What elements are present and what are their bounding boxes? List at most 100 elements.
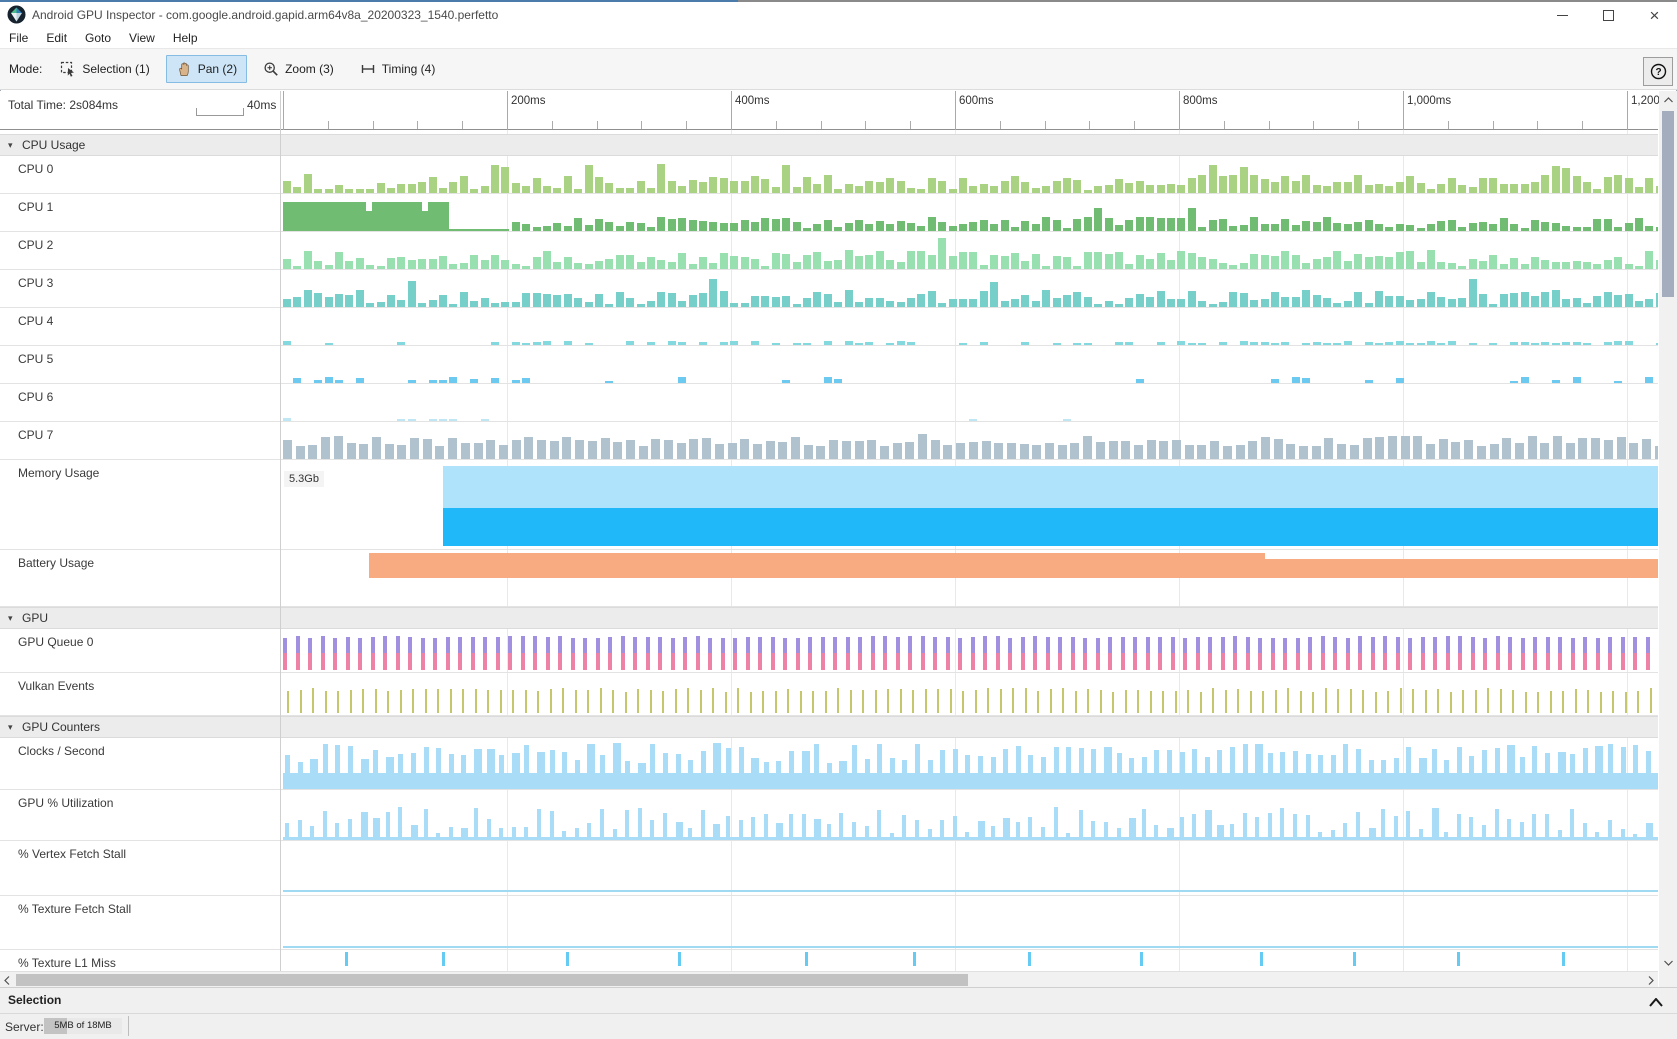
waveform-bar [647,301,655,307]
minimize-button[interactable] [1540,2,1585,28]
waveform-bar [321,636,325,653]
waveform-bar [1344,261,1352,269]
waveform-bar [1011,299,1019,307]
waveform-bar [1333,653,1337,670]
waveform-bar [1197,445,1206,459]
waveform-bar [782,218,790,231]
track-row--vertex-fetch-stall[interactable]: % Vertex Fetch Stall [0,841,1658,896]
waveform-bar [396,653,400,670]
waveform-bar [1219,176,1227,193]
waveform-bar [625,692,627,713]
chevron-down-icon[interactable]: ▾ [8,613,13,624]
section-header-gpu-counters[interactable]: ▾ GPU Counters [0,716,1658,738]
maximize-button[interactable] [1586,2,1631,28]
waveform-bar [1180,752,1185,789]
waveform-bar [858,637,862,653]
scroll-left-arrow[interactable] [0,973,14,987]
menu-item-view[interactable]: View [120,29,164,47]
waveform-bar [1396,653,1400,670]
menu-item-file[interactable]: File [0,29,37,47]
track-row--texture-fetch-stall[interactable]: % Texture Fetch Stall [0,896,1658,950]
waveform-bar [442,952,445,966]
waveform-bar [876,182,884,193]
track-row-cpu-2[interactable]: CPU 2 [0,232,1658,270]
waveform-bar [470,379,478,383]
chevron-down-icon[interactable]: ▾ [8,722,13,733]
menu-item-help[interactable]: Help [164,29,207,47]
horizontal-scrollbar-thumb[interactable] [16,974,968,986]
waveform-bar [1021,295,1029,307]
scroll-down-arrow[interactable] [1659,954,1677,971]
waveform-bar [897,181,905,193]
track-row-cpu-5[interactable]: CPU 5 [0,346,1658,384]
waveform-bar [1394,758,1399,789]
waveform-bar [1287,688,1289,713]
vertical-scrollbar[interactable] [1659,91,1677,971]
waveform-bar [300,690,302,713]
track-row-vulkan-events[interactable]: Vulkan Events [0,673,1658,716]
waveform-bar [1406,747,1411,789]
menu-item-edit[interactable]: Edit [37,29,76,47]
collapse-chevron-icon[interactable] [1649,994,1663,1012]
waveform-bar [877,744,882,789]
track-row-cpu-7[interactable]: CPU 7 [0,422,1658,460]
track-lane [281,738,1658,789]
waveform-bar [949,226,957,231]
close-button[interactable]: × [1632,2,1677,28]
waveform-bar [1063,419,1071,421]
timeline-tracks[interactable]: ▾ CPU UsageCPU 0CPU 1CPU 2CPU 3CPU 4CPU … [0,130,1658,971]
section-header-cpu-usage[interactable]: ▾ CPU Usage [0,134,1658,156]
track-row-cpu-1[interactable]: CPU 1 [0,194,1658,232]
waveform-bar [1146,217,1154,231]
waveform-bar [1521,264,1529,269]
mode-button-zoom[interactable]: Zoom (3) [253,55,344,83]
scroll-right-arrow[interactable] [1644,973,1658,987]
chevron-down-icon[interactable]: ▾ [8,140,13,151]
track-row-cpu-0[interactable]: CPU 0 [0,156,1658,194]
track-row-cpu-6[interactable]: CPU 6 [0,384,1658,422]
track-row-gpu-queue-0[interactable]: GPU Queue 0 [0,629,1658,673]
timing-icon [360,61,376,77]
track-row-battery-usage[interactable]: Battery Usage [0,550,1658,607]
track-row-cpu-3[interactable]: CPU 3 [0,270,1658,308]
waveform-bar [1645,251,1653,269]
waveform-bar [608,637,612,653]
mode-button-timing[interactable]: Timing (4) [350,55,446,83]
menu-item-goto[interactable]: Goto [76,29,120,47]
waveform-bar [1217,750,1222,789]
waveform-bar [1427,292,1435,307]
waveform-bar [689,295,697,307]
waveform-bar [928,291,936,307]
waveform-bar [746,653,750,670]
waveform-bar [793,343,801,345]
time-ruler[interactable]: Total Time: 2s084ms 40ms 200ms400ms600ms… [0,91,1658,130]
track-row-clocks-second[interactable]: Clocks / Second [0,738,1658,790]
mode-button-pan[interactable]: Pan (2) [166,55,247,83]
waveform-bar [1091,749,1096,789]
waveform-bar [953,749,958,789]
vertical-scrollbar-thumb[interactable] [1662,111,1674,297]
waveform-bar [613,442,622,459]
waveform-bar [1521,342,1529,345]
track-row-memory-usage[interactable]: Memory Usage5.3Gb [0,460,1658,550]
scroll-up-arrow[interactable] [1659,91,1677,108]
waveform-bar [1296,653,1300,670]
waveform-bar [908,653,912,670]
help-button[interactable]: ? [1643,57,1673,86]
track-row--texture-l1-miss[interactable]: % Texture L1 Miss [0,950,1658,971]
waveform-bar [1515,443,1524,459]
horizontal-scrollbar[interactable] [0,971,1658,987]
track-row-gpu-utilization[interactable]: GPU % Utilization [0,790,1658,841]
waveform-bar [965,832,969,840]
selection-panel-header[interactable]: Selection [0,987,1677,1014]
waveform-bar [772,219,780,231]
section-header-gpu[interactable]: ▾ GPU [0,607,1658,629]
mode-button-selection[interactable]: Selection (1) [50,55,159,83]
waveform-bar [1240,167,1248,193]
waveform-bar [751,222,759,231]
waveform-bar [323,811,327,840]
waveform-bar [411,753,416,789]
waveform-bar [375,689,377,713]
waveform-bar [980,184,988,193]
track-row-cpu-4[interactable]: CPU 4 [0,308,1658,346]
